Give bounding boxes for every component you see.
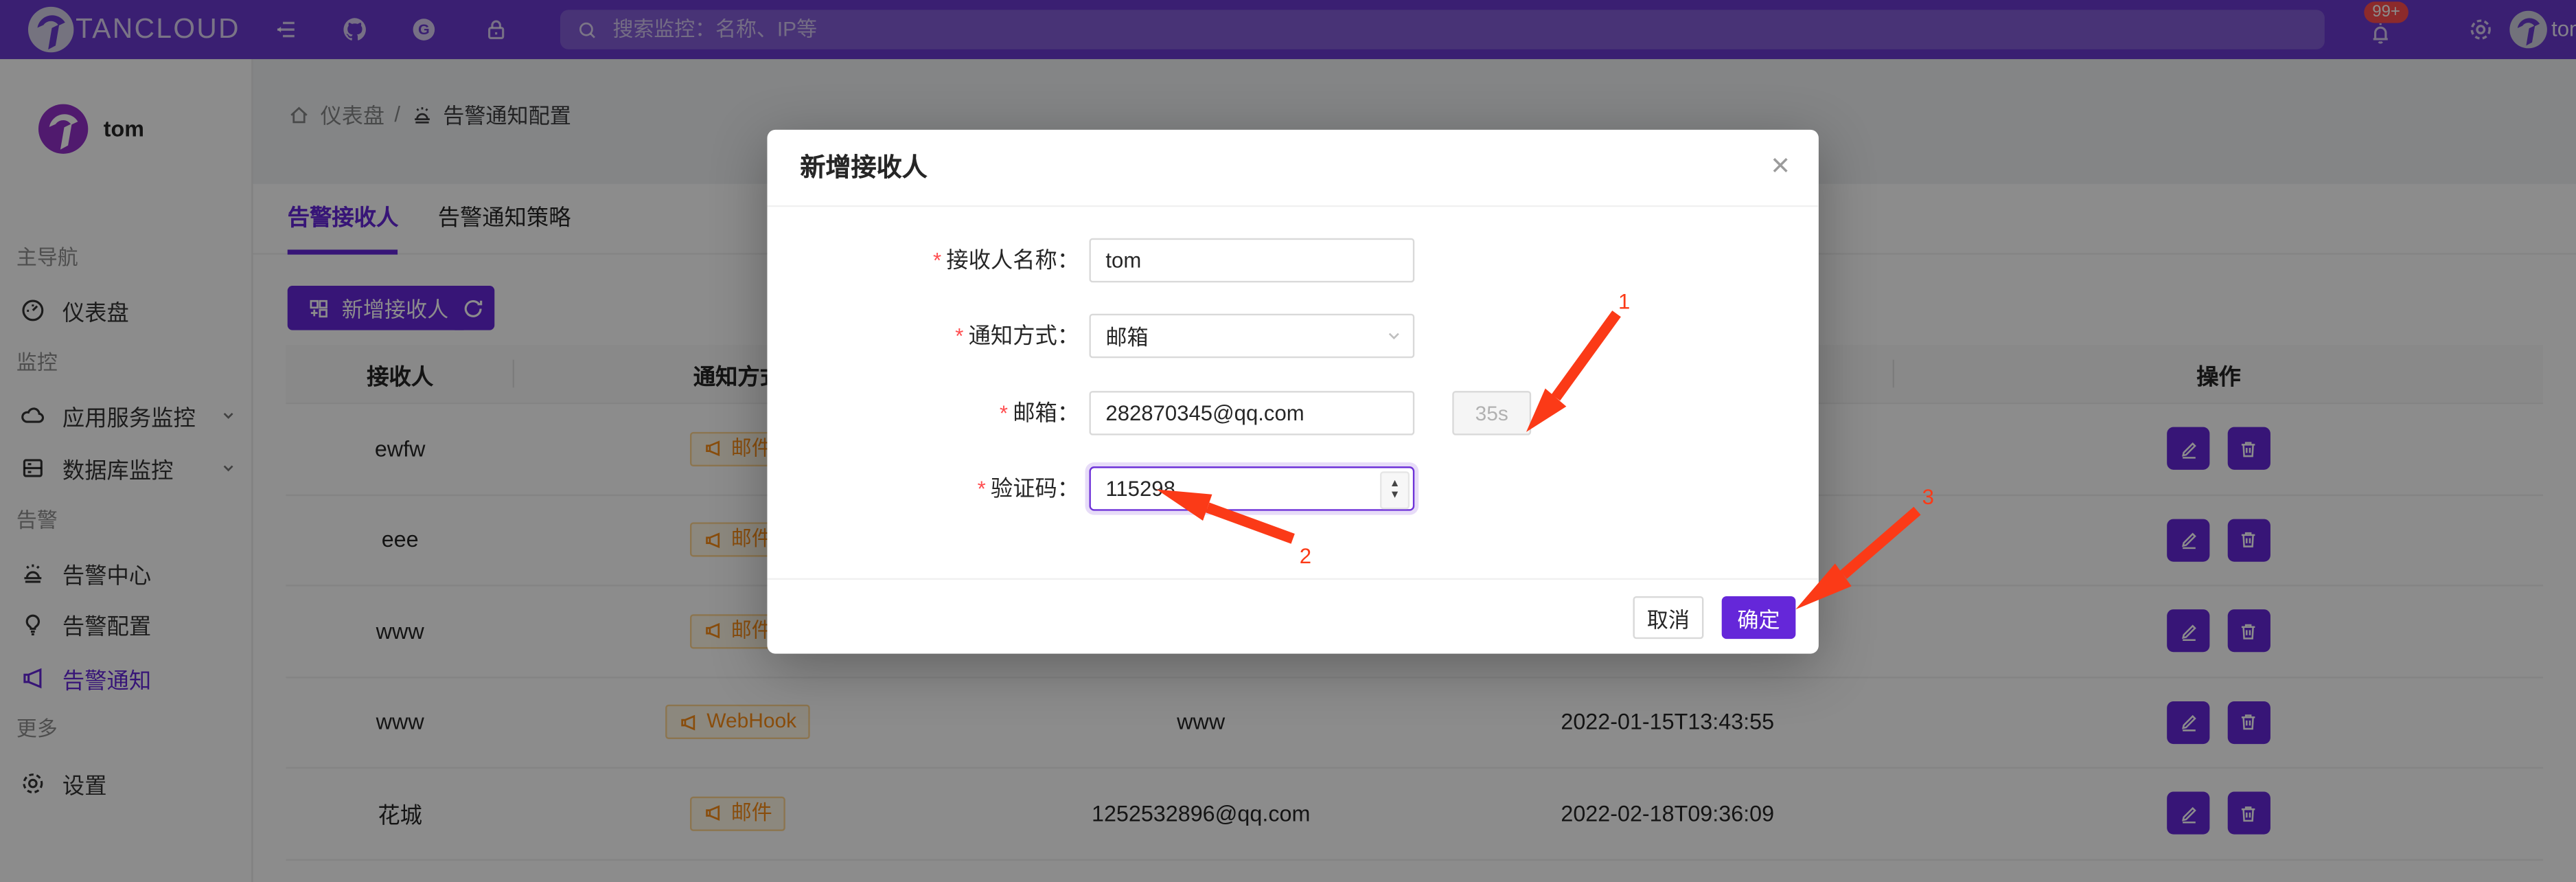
number-stepper[interactable]: ▲▼ xyxy=(1380,471,1410,509)
required-mark: * xyxy=(933,248,941,273)
field-email: *邮箱： 35s xyxy=(767,391,1818,436)
cancel-button[interactable]: 取消 xyxy=(1633,596,1704,639)
chevron-down-icon xyxy=(1385,327,1403,345)
modal-footer: 取消 确定 xyxy=(767,578,1818,654)
resend-countdown-button[interactable]: 35s xyxy=(1452,391,1531,436)
confirm-button[interactable]: 确定 xyxy=(1722,596,1796,639)
field-verify-code: *验证码： ▲▼ xyxy=(767,466,1818,511)
required-mark: * xyxy=(1000,400,1008,425)
close-icon[interactable]: ✕ xyxy=(1770,152,1791,182)
verify-code-input[interactable] xyxy=(1089,466,1414,511)
field-recipient-name: *接收人名称： xyxy=(767,238,1818,283)
required-mark: * xyxy=(955,324,963,348)
modal-title: 新增接收人 xyxy=(800,130,927,207)
required-mark: * xyxy=(978,476,986,501)
recipient-name-input[interactable] xyxy=(1089,238,1414,283)
email-input[interactable] xyxy=(1089,391,1414,436)
app-window: TANCLOUD G 99+ xyxy=(0,0,2576,882)
notice-method-select[interactable] xyxy=(1089,314,1414,359)
add-recipient-modal: 新增接收人 ✕ *接收人名称： *通知方式： *邮箱： 35s *验证码： ▲▼… xyxy=(767,130,1818,654)
field-notice-method: *通知方式： xyxy=(767,314,1818,359)
modal-header: 新增接收人 ✕ xyxy=(767,130,1818,207)
